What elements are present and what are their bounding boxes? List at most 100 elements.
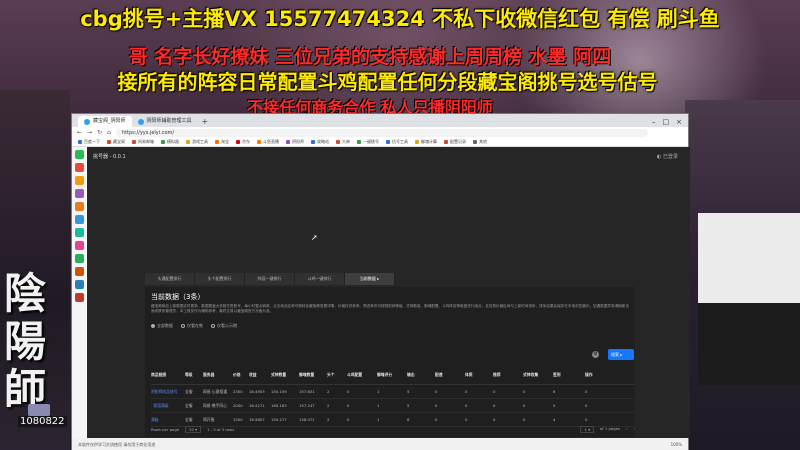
main-tab[interactable]: 斗鸡一键排行 (295, 273, 345, 285)
photo-icon[interactable] (74, 267, 84, 276)
bookmark-item[interactable]: 御魂计算 (415, 139, 437, 145)
table-cell: 0 (435, 403, 438, 408)
bookmark-item[interactable]: 阴阳师 (286, 139, 304, 145)
column-header[interactable]: 操作 (585, 372, 613, 378)
bookmark-item[interactable]: 攻略站 (311, 139, 329, 145)
main-tab[interactable]: 阵容一键排行 (245, 273, 295, 285)
bookmark-item[interactable]: 一键挑号 (357, 139, 379, 145)
filter-radio[interactable]: 仅看在售 (181, 323, 203, 329)
column-header[interactable]: 体质 (465, 372, 493, 378)
chat-icon[interactable] (74, 150, 84, 159)
column-header[interactable]: 推荐 (493, 372, 523, 378)
column-header[interactable]: 配速 (435, 372, 465, 378)
item-link[interactable]: 阴阳师成品账号 (151, 389, 185, 395)
table-cell: 150.159 (271, 389, 287, 394)
url-input[interactable]: https://yys.jelyi.com/ (115, 128, 648, 137)
shop-icon[interactable] (74, 176, 84, 185)
table-cell: 0 (347, 389, 350, 394)
map-icon[interactable] (74, 254, 84, 263)
video-icon[interactable] (74, 202, 84, 211)
table-cell: 2 (327, 389, 330, 394)
gear-icon[interactable]: ⚙ (592, 351, 599, 358)
table-cell: 0 (465, 389, 468, 394)
tool-icon[interactable] (74, 293, 84, 302)
bookmark-item[interactable]: 大神 (336, 139, 350, 145)
table-cell: 全服 (185, 388, 193, 394)
column-header[interactable]: 价格 (233, 372, 249, 378)
reload-icon[interactable]: ↻ (97, 129, 102, 136)
browser-tab[interactable]: 藏宝阁_阴阳师 (78, 116, 132, 127)
bookmark-icon (336, 140, 340, 144)
game-icon[interactable] (74, 189, 84, 198)
table-row[interactable]: · 爬塔满级 全服 网易·携手同心 2000 16.4271 165.163 157.247… (151, 399, 635, 413)
column-header[interactable]: 御魂评分 (377, 372, 407, 378)
new-tab-button[interactable]: + (198, 116, 213, 127)
cloud-icon[interactable] (74, 215, 84, 224)
column-header[interactable]: 式神收集 (523, 372, 553, 378)
bookmark-item[interactable]: 百度一下 (78, 139, 100, 145)
rows-per-page-select[interactable]: 20 ▾ (185, 425, 202, 433)
zoom-level[interactable]: 100% (671, 438, 688, 450)
main-tab[interactable]: 头个配置排行 (195, 273, 245, 285)
browser-window: 藏宝阁_阴阳师 阴阳师辅助管理工具 + – □ × ← → ↻ ⌂ https:… (71, 113, 690, 450)
home-icon[interactable]: ⌂ (107, 129, 111, 136)
bookmark-item[interactable]: 估号工具 (386, 139, 408, 145)
bookmark-label: 藏宝阁 (113, 139, 125, 144)
column-header[interactable]: 输出 (407, 372, 435, 378)
bookmark-item[interactable]: 模拟器 (161, 139, 179, 145)
main-tab[interactable]: 头通配置排行 (145, 273, 195, 285)
filter-radio[interactable]: 仅看公示期 (211, 323, 237, 329)
bookmark-item[interactable]: 藏宝阁 (107, 139, 125, 145)
table-body: 阴阳师成品账号 全服 网易·心意相通 2300 16.4953 150.159 157.63… (151, 385, 635, 427)
column-header[interactable]: 服务器 (203, 372, 233, 378)
bookmark-item[interactable]: 斗鱼直播 (257, 139, 279, 145)
note-icon[interactable] (74, 228, 84, 237)
mail-icon[interactable] (74, 163, 84, 172)
maximize-button[interactable]: □ (663, 118, 670, 126)
item-link[interactable]: 满级 (151, 417, 185, 423)
column-header[interactable]: 式神数量 (271, 372, 299, 378)
bookmark-item[interactable]: 网易邮箱 (132, 139, 154, 145)
prev-page-button[interactable]: ‹ (626, 426, 628, 433)
table-cell: 0 (435, 389, 438, 394)
page-select[interactable]: 1 ▾ (580, 425, 594, 433)
browser-tab[interactable]: 阴阳师辅助管理工具 (132, 116, 198, 127)
table-cell: 0 (523, 389, 526, 394)
doc-icon[interactable] (74, 280, 84, 289)
column-header[interactable]: 收益 (249, 372, 271, 378)
bookmark-item[interactable]: 游戏工具 (186, 139, 208, 145)
minimize-button[interactable]: – (652, 118, 656, 126)
radio-dot (151, 324, 155, 328)
bookmark-label: 斗鱼直播 (263, 139, 279, 144)
bookmark-item[interactable]: 配置记录 (444, 139, 466, 145)
music-icon[interactable] (74, 241, 84, 250)
column-header[interactable]: 商品链接 (151, 372, 185, 378)
page-info: of 1 pages (599, 425, 620, 431)
column-header[interactable]: 签到 (553, 372, 585, 378)
browser-status-bar: 本软件仅供学习交流使用 请勿用于商业用途 100% (72, 438, 688, 450)
bookmark-label: 一键挑号 (363, 139, 379, 144)
column-header[interactable]: 御魂数量 (299, 372, 327, 378)
column-header[interactable]: 等级 (185, 372, 203, 378)
bookmark-item[interactable]: 其他 (473, 139, 487, 145)
next-page-button[interactable]: › (633, 426, 635, 433)
search-button[interactable]: 搜索 ▸ (608, 349, 634, 360)
filter-radio[interactable]: 全部数据 (151, 323, 173, 329)
bookmark-item[interactable]: 淘宝 (215, 139, 229, 145)
bookmark-item[interactable]: 京东 (236, 139, 250, 145)
bookmark-icon (161, 140, 165, 144)
bookmark-label: 百度一下 (84, 139, 100, 144)
bookmark-icon (132, 140, 136, 144)
main-tab[interactable]: 当前数据 ▸ (345, 273, 395, 285)
close-button[interactable]: × (676, 118, 682, 126)
table-cell: 1 (377, 403, 380, 408)
item-link[interactable]: · 爬塔满级 (151, 403, 185, 409)
login-status[interactable]: ◐ 已登录 (657, 153, 678, 160)
table-cell: 两开服 (203, 416, 215, 422)
table-row[interactable]: 阴阳师成品账号 全服 网易·心意相通 2300 16.4953 150.159 157.63… (151, 385, 635, 399)
back-icon[interactable]: ← (77, 129, 82, 136)
radio-dot (211, 324, 215, 328)
column-header[interactable]: 斗鸡配置 (347, 372, 377, 378)
forward-icon[interactable]: → (87, 129, 92, 136)
column-header[interactable]: 头个 (327, 372, 347, 378)
